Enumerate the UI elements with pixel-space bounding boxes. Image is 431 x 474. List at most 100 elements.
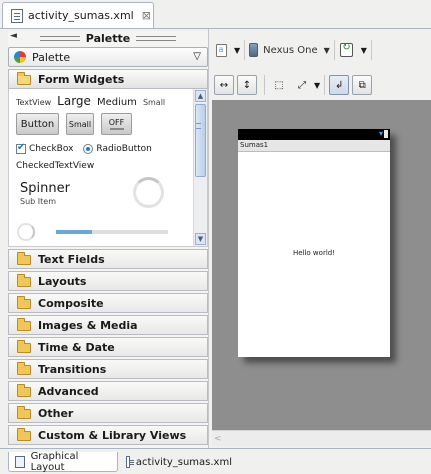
scroll-left-icon[interactable]: < <box>214 434 222 444</box>
folder-icon <box>17 362 31 375</box>
canvas-toolbar: ↔ ↕ ⬚ ⤢ ▼ ↲ ⧉ <box>214 74 431 96</box>
collapse-arrow-icon[interactable]: ◄ <box>10 31 17 41</box>
orientation-dropdown-arrow[interactable]: ▼ <box>361 46 367 55</box>
category-label: Transitions <box>38 362 107 376</box>
category-composite[interactable]: Composite <box>8 293 208 313</box>
tab-label: Graphical Layout <box>30 450 79 473</box>
toggle-label: OFF <box>108 118 125 127</box>
toggle-indicator <box>109 128 124 130</box>
category-text-fields[interactable]: Text Fields <box>8 249 208 269</box>
widget-checkbox[interactable]: CheckBox <box>29 144 73 154</box>
device-selector[interactable]: Nexus One ▼ <box>249 39 330 61</box>
palette-title: Palette <box>8 32 208 45</box>
widget-large-text[interactable]: Large <box>57 94 91 108</box>
radio-icon <box>83 144 94 154</box>
config-button[interactable] <box>214 39 228 61</box>
baseline-button[interactable]: ⧉ <box>352 75 373 95</box>
baseline-icon: ⧉ <box>358 79 366 91</box>
tab-xml-source[interactable]: activity_sumas.xml <box>120 452 238 472</box>
tab-label: activity_sumas.xml <box>135 456 232 468</box>
category-form-widgets[interactable]: Form Widgets <box>8 69 208 89</box>
palette-panel: ◄ Palette Palette ▽ Form Widgets TextVie… <box>8 31 208 450</box>
scroll-thumb[interactable] <box>195 104 206 177</box>
battery-icon <box>384 130 388 138</box>
device-preview[interactable]: ▾ Sumas1 Hello world! <box>238 129 390 357</box>
editor-tab-activity-sumas[interactable]: activity_sumas.xml ⊠ <box>2 2 154 28</box>
panel-divider <box>208 29 209 450</box>
widget-button[interactable]: Button <box>16 113 59 135</box>
palette-mode-dropdown[interactable]: Palette ▽ <box>8 47 208 67</box>
zoom-button[interactable]: ⤢ <box>292 75 312 95</box>
config-dropdown-arrow[interactable]: ▼ <box>234 46 240 55</box>
widget-textview[interactable]: TextView <box>16 98 51 107</box>
action-bar-title[interactable]: Sumas1 <box>238 140 390 152</box>
progress-fill <box>56 230 92 234</box>
palette-mode-label: Palette <box>32 50 71 64</box>
android-palette-icon <box>14 51 26 63</box>
folder-open-icon <box>17 72 31 85</box>
folder-icon <box>17 340 31 353</box>
margins-button[interactable]: ⬚ <box>269 75 289 95</box>
widget-small-button[interactable]: Small <box>66 113 94 135</box>
widget-medium-text[interactable]: Medium <box>97 97 137 108</box>
folder-icon <box>17 384 31 397</box>
hello-textview[interactable]: Hello world! <box>238 249 390 257</box>
tab-graphical-layout[interactable]: Graphical Layout <box>8 450 118 473</box>
widget-radiobutton[interactable]: RadioButton <box>96 144 151 154</box>
category-transitions[interactable]: Transitions <box>8 359 208 379</box>
phone-icon <box>249 43 259 57</box>
widget-checkedtextview[interactable]: CheckedTextView <box>16 161 94 171</box>
toolbar-separator <box>244 40 246 60</box>
layout-canvas[interactable]: ▾ Sumas1 Hello world! <box>212 100 431 430</box>
canvas-horizontal-scrollbar[interactable]: < <box>212 430 431 446</box>
layout-toolbar: ▼ Nexus One ▼ ▼ <box>214 38 431 62</box>
category-other[interactable]: Other <box>8 403 208 423</box>
xml-file-icon <box>126 456 134 468</box>
palette-scrollbar[interactable]: ▲ ▼ <box>193 89 207 246</box>
toolbar-separator <box>264 75 265 95</box>
category-images-media[interactable]: Images & Media <box>8 315 208 335</box>
checkbox-icon <box>16 142 26 154</box>
toggle-fill-width-button[interactable]: ↔ <box>214 75 234 95</box>
category-label: Advanced <box>38 384 99 398</box>
category-time-date[interactable]: Time & Date <box>8 337 208 357</box>
orientation-button[interactable] <box>339 39 355 61</box>
category-advanced[interactable]: Advanced <box>8 381 208 401</box>
status-icons: ▾ <box>379 129 388 138</box>
category-label: Images & Media <box>38 318 138 332</box>
widget-progressbar-horizontal[interactable] <box>56 230 168 234</box>
category-label: Form Widgets <box>38 72 125 86</box>
scroll-up-icon[interactable]: ▲ <box>195 90 206 102</box>
chevron-down-icon: ▽ <box>193 51 201 62</box>
folder-icon <box>17 296 31 309</box>
toolbar-separator <box>324 75 326 95</box>
editor-bottom-tabs: Graphical Layout activity_sumas.xml <box>0 448 431 474</box>
margins-icon: ⬚ <box>274 79 284 91</box>
palette-category-list: Text Fields Layouts Composite Images & Medi… <box>8 249 208 445</box>
layout-direction-button[interactable]: ↲ <box>329 75 350 95</box>
toggle-fill-height-button[interactable]: ↕ <box>237 75 257 95</box>
check-radio-row: CheckBox RadioButton <box>16 142 152 154</box>
widget-progressbar-large[interactable] <box>133 177 164 208</box>
scroll-grip-icon <box>196 123 201 129</box>
zoom-dropdown-arrow[interactable]: ▼ <box>314 81 320 90</box>
close-icon[interactable]: ⊠ <box>142 9 151 22</box>
corner-left-icon: ↲ <box>334 79 344 91</box>
textview-samples: TextView Large Medium Small <box>16 94 165 108</box>
editor-tab-title: activity_sumas.xml <box>28 9 134 22</box>
folder-icon <box>17 274 31 287</box>
scroll-down-icon[interactable]: ▼ <box>195 233 206 245</box>
widget-toggle-button[interactable]: OFF <box>101 113 132 135</box>
toolbar-separator <box>333 40 335 60</box>
category-label: Composite <box>38 296 104 310</box>
folder-icon <box>17 318 31 331</box>
xml-file-icon <box>11 8 23 23</box>
widget-progressbar-small[interactable] <box>17 223 35 241</box>
widget-spinner[interactable]: Spinner <box>20 181 70 196</box>
folder-icon <box>17 428 31 441</box>
widget-small-text[interactable]: Small <box>143 98 165 107</box>
category-label: Layouts <box>38 274 87 288</box>
category-custom-library-views[interactable]: Custom & Library Views <box>8 425 208 445</box>
toolbar-separator <box>370 40 372 60</box>
category-layouts[interactable]: Layouts <box>8 271 208 291</box>
